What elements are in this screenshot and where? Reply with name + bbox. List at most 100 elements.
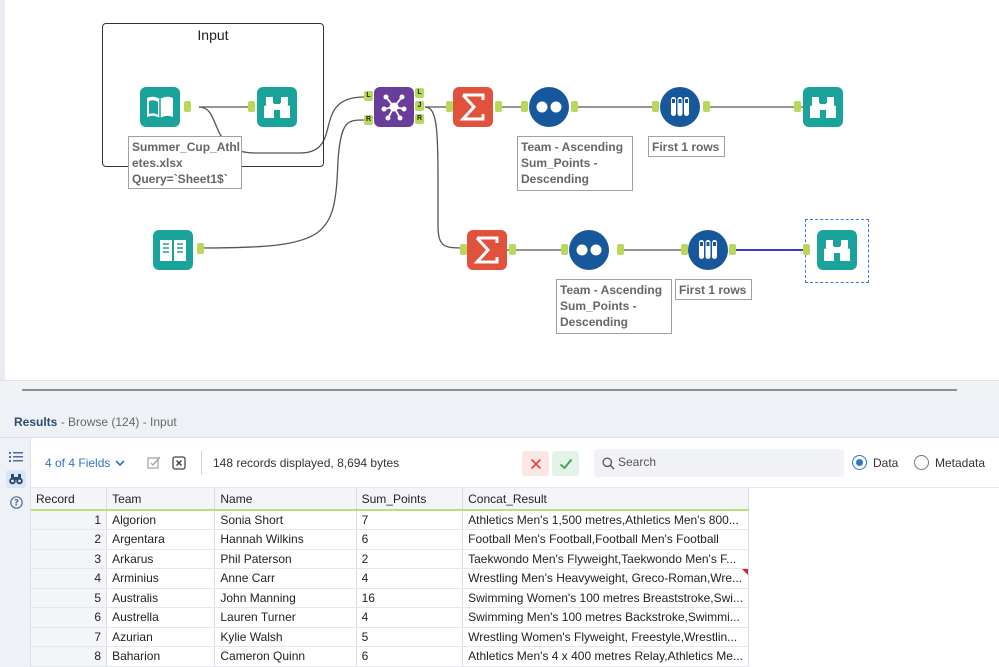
browse-tool-input[interactable] — [257, 87, 297, 127]
team-cell[interactable]: Arminius — [106, 568, 216, 589]
join-tool[interactable] — [374, 87, 414, 127]
sum-points-cell[interactable]: 4 — [356, 607, 464, 628]
list-view-button[interactable] — [6, 448, 26, 466]
anchor-sort-bottom-out[interactable] — [617, 244, 624, 255]
record-cell[interactable]: 2 — [31, 529, 108, 550]
anchor-join-out-join[interactable]: J — [415, 101, 424, 111]
anchor-input-out[interactable] — [184, 101, 191, 112]
team-cell[interactable]: Arkarus — [106, 549, 216, 569]
concat-result-cell[interactable]: Wrestling Men's Heavyweight, Greco-Roman… — [462, 568, 749, 589]
anchor-browse-top-in[interactable] — [794, 101, 801, 112]
help-button[interactable]: ? — [6, 493, 26, 511]
record-cell[interactable]: 4 — [31, 568, 108, 589]
table-row[interactable]: 7 Azurian Kylie Walsh 5 Wrestling Women's Fl… — [31, 627, 749, 647]
table-row[interactable]: 4 Arminius Anne Carr 4 Wrestling Men's Heavy… — [31, 568, 749, 589]
name-cell[interactable]: Lauren Turner — [214, 607, 357, 628]
anchor-sample-bottom-in[interactable] — [681, 244, 688, 255]
column-header-team[interactable]: Team — [106, 488, 216, 511]
record-cell[interactable]: 5 — [31, 588, 108, 608]
anchor-join-right[interactable]: R — [364, 115, 373, 125]
browse-view-button[interactable] — [6, 470, 26, 488]
column-header-record[interactable]: Record — [31, 488, 108, 511]
input-data-tool[interactable] — [140, 87, 180, 127]
record-cell[interactable]: 3 — [31, 549, 108, 569]
name-cell[interactable]: John Manning — [214, 588, 357, 608]
sort-tool-bottom[interactable] — [569, 230, 609, 270]
accept-button[interactable] — [552, 451, 579, 476]
anchor-summarize-bottom-in[interactable] — [460, 244, 467, 255]
sum-points-cell[interactable]: 7 — [356, 510, 464, 530]
table-row[interactable]: 1 Algorion Sonia Short 7 Athletics Men's 1,5… — [31, 510, 749, 530]
concat-result-cell[interactable]: Athletics Men's 4 x 400 metres Relay,Ath… — [462, 646, 749, 667]
team-cell[interactable]: Argentara — [106, 529, 216, 550]
search-input[interactable] — [618, 455, 833, 469]
anchor-sort-top-out[interactable] — [571, 101, 578, 112]
sum-points-cell[interactable]: 4 — [356, 568, 464, 589]
anchor-join-out-right[interactable]: R — [415, 114, 424, 124]
anchor-sort-top-in[interactable] — [521, 101, 528, 112]
sample-tool-top[interactable] — [660, 87, 700, 127]
concat-result-cell[interactable]: Taekwondo Men's Flyweight,Taekwondo Men'… — [462, 549, 749, 569]
concat-result-cell[interactable]: Athletics Men's 1,500 metres,Athletics M… — [462, 510, 749, 530]
anchor-browse-bottom-in[interactable] — [803, 244, 810, 255]
radio-metadata-indicator[interactable] — [914, 455, 929, 470]
radio-data-indicator[interactable] — [852, 455, 867, 470]
concat-result-cell[interactable]: Football Men's Football,Football Men's F… — [462, 529, 749, 550]
sum-points-cell[interactable]: 2 — [356, 549, 464, 569]
team-cell[interactable]: Algorion — [106, 510, 216, 530]
browse-tool-top[interactable] — [803, 87, 843, 127]
anchor-input2-out[interactable] — [197, 243, 204, 254]
name-cell[interactable]: Kylie Walsh — [214, 627, 357, 647]
anchor-sample-bottom-out[interactable] — [729, 244, 736, 255]
sum-points-cell[interactable]: 6 — [356, 646, 464, 667]
sum-points-cell[interactable]: 6 — [356, 529, 464, 550]
workflow-canvas[interactable]: Input Summer_Cup_Athl etes.xlsx Query=`S… — [0, 0, 999, 380]
team-cell[interactable]: Austrella — [106, 607, 216, 628]
sort-tool-top[interactable] — [529, 87, 569, 127]
anchor-sample-top-out[interactable] — [703, 101, 710, 112]
clear-fields-button[interactable] — [172, 456, 186, 470]
concat-result-cell[interactable]: Swimming Women's 100 metres Breaststroke… — [462, 588, 749, 608]
sum-points-cell[interactable]: 5 — [356, 627, 464, 647]
column-header-concat-result[interactable]: Concat_Result — [462, 488, 749, 511]
table-row[interactable]: 8 Baharion Cameron Quinn 6 Athletics Men's 4… — [31, 646, 749, 667]
record-cell[interactable]: 7 — [31, 627, 108, 647]
input-data-tool-2[interactable] — [153, 230, 193, 270]
radio-data[interactable]: Data — [852, 455, 898, 470]
table-row[interactable]: 6 Austrella Lauren Turner 4 Swimming Men's 1… — [31, 607, 749, 628]
team-cell[interactable]: Azurian — [106, 627, 216, 647]
concat-result-cell[interactable]: Swimming Men's 100 metres Backstroke,Swi… — [462, 607, 749, 628]
record-cell[interactable]: 1 — [31, 510, 108, 530]
name-cell[interactable]: Hannah Wilkins — [214, 529, 357, 550]
anchor-join-out-left[interactable]: L — [415, 88, 424, 98]
search-box[interactable] — [594, 449, 844, 477]
team-cell[interactable]: Baharion — [106, 646, 216, 667]
anchor-summarize-bottom-out[interactable] — [509, 244, 516, 255]
anchor-summarize-top-in[interactable] — [446, 101, 453, 112]
fields-selector[interactable]: 4 of 4 Fields — [45, 456, 125, 470]
table-row[interactable]: 2 Argentara Hannah Wilkins 6 Football Men's … — [31, 529, 749, 550]
radio-metadata[interactable]: Metadata — [914, 455, 985, 470]
reject-button[interactable] — [522, 451, 549, 476]
team-cell[interactable]: Australis — [106, 588, 216, 608]
splitter-grip[interactable] — [22, 389, 957, 391]
edit-fields-button[interactable] — [147, 456, 161, 470]
sample-tool-bottom[interactable] — [688, 230, 728, 270]
summarize-tool-bottom[interactable] — [467, 230, 507, 270]
concat-result-cell[interactable]: Wrestling Women's Flyweight, Freestyle,W… — [462, 627, 749, 647]
anchor-join-left[interactable]: L — [364, 91, 373, 101]
browse-tool-bottom[interactable] — [817, 230, 857, 270]
summarize-tool-top[interactable] — [453, 87, 493, 127]
anchor-sample-top-in[interactable] — [652, 101, 659, 112]
name-cell[interactable]: Phil Paterson — [214, 549, 357, 569]
record-cell[interactable]: 6 — [31, 607, 108, 628]
panel-splitter[interactable] — [0, 380, 999, 402]
anchor-sort-bottom-in[interactable] — [561, 244, 568, 255]
column-header-name[interactable]: Name — [214, 488, 357, 511]
name-cell[interactable]: Anne Carr — [214, 568, 357, 589]
anchor-browse-in[interactable] — [248, 101, 255, 112]
table-row[interactable]: 3 Arkarus Phil Paterson 2 Taekwondo Men's Fl… — [31, 549, 749, 569]
table-row[interactable]: 5 Australis John Manning 16 Swimming Women's… — [31, 588, 749, 608]
anchor-summarize-top-out[interactable] — [495, 101, 502, 112]
column-header-sum-points[interactable]: Sum_Points — [356, 488, 464, 511]
